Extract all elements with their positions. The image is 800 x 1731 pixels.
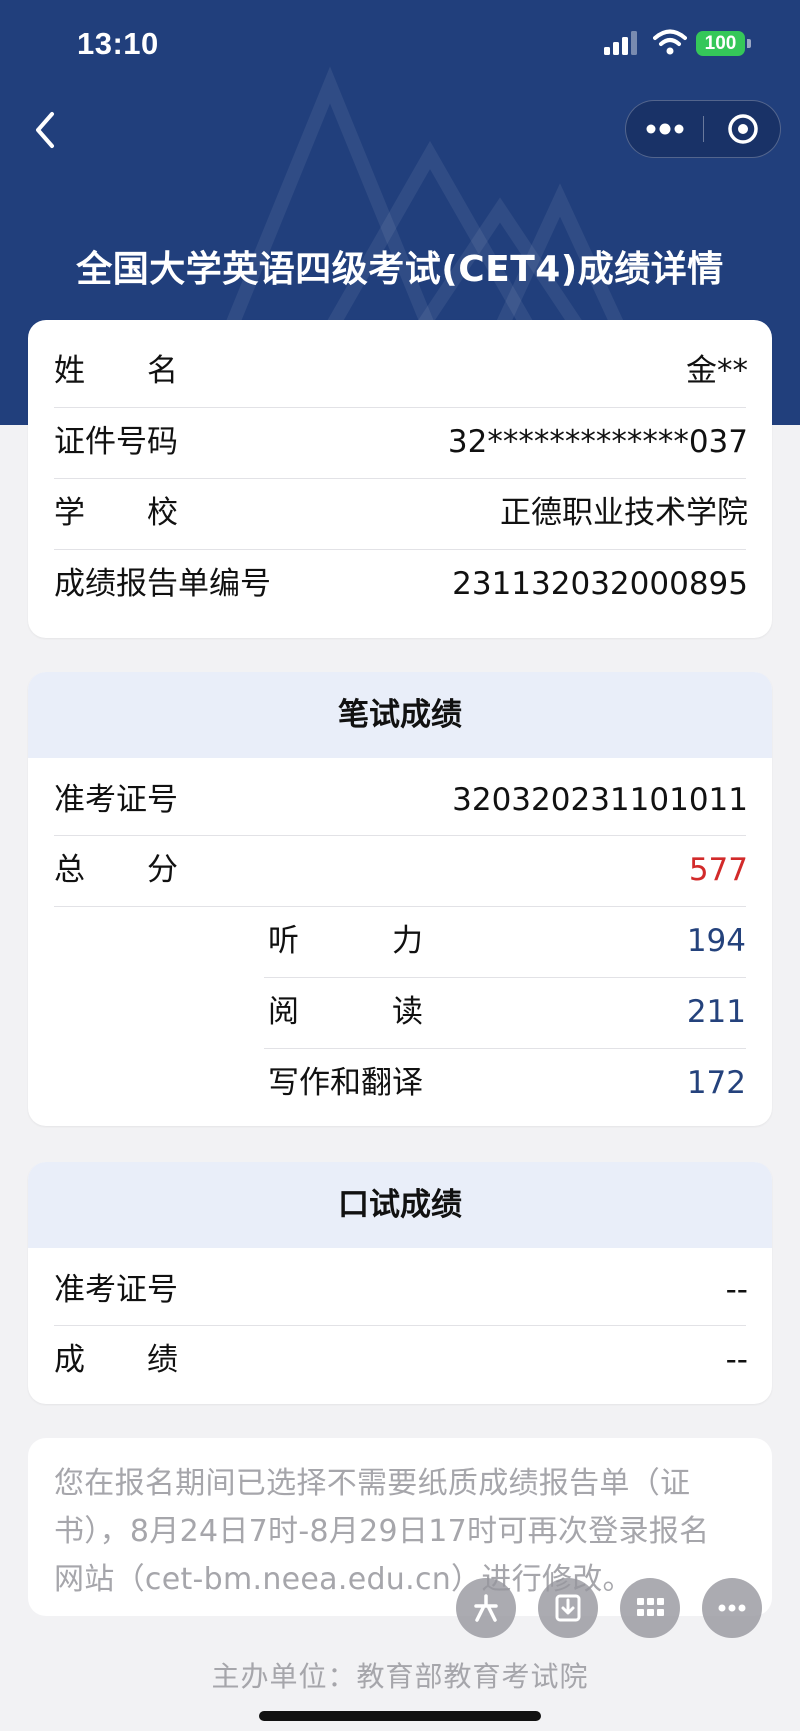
wifi-icon: [653, 29, 687, 55]
oral-score-row: 成 绩 --: [54, 1325, 772, 1395]
more-button[interactable]: [702, 1578, 762, 1638]
listening-label: 听 力: [268, 923, 423, 959]
notice-line: 书），8月24日7时-8月29日17时可再次登录报名: [54, 1514, 710, 1549]
chevron-left-icon: [36, 112, 54, 148]
organizer-footer: 主办单位：教育部教育考试院: [211, 1660, 589, 1693]
info-label: 成绩报告单编号: [54, 566, 271, 602]
target-circle-icon: [728, 114, 758, 144]
info-label: 证件号码: [54, 424, 178, 460]
listening-score: 194: [686, 923, 746, 959]
sparkle-icon: [474, 1594, 498, 1622]
oral-ticket-row: 准考证号 --: [54, 1255, 772, 1325]
info-row-report-number: 成绩报告单编号 231132032000895: [54, 549, 772, 619]
reading-score: 211: [686, 994, 746, 1030]
oral-score-card: 口试成绩 准考证号 -- 成 绩 --: [28, 1162, 772, 1404]
info-row-school: 学 校 正德职业技术学院: [54, 478, 772, 548]
oral-score-value: --: [725, 1342, 748, 1378]
status-bar: 13:10 100: [0, 0, 800, 90]
ticket-label: 准考证号: [54, 782, 178, 818]
download-button[interactable]: [538, 1578, 598, 1638]
status-time: 13:10: [77, 26, 159, 61]
info-value: 正德职业技术学院: [500, 495, 748, 531]
ticket-label: 准考证号: [54, 1272, 178, 1308]
info-label: 学 校: [54, 495, 178, 531]
reading-label: 阅 读: [268, 994, 423, 1030]
page-title: 全国大学英语四级考试(CET4)成绩详情: [76, 249, 724, 290]
oral-score-label: 成 绩: [54, 1342, 178, 1378]
info-value: 金**: [686, 353, 748, 389]
total-score-row: 总 分 577: [54, 835, 772, 905]
info-value: 231132032000895: [452, 566, 748, 602]
info-value: 32*************037: [447, 424, 748, 460]
ticket-number: 320320231101011: [452, 782, 748, 818]
total-score-value: 577: [688, 852, 748, 888]
writing-translation-label: 写作和翻译: [268, 1065, 423, 1101]
oral-section-title: 口试成绩: [28, 1162, 772, 1248]
battery-tip: [747, 39, 751, 48]
grid-button[interactable]: [620, 1578, 680, 1638]
written-section-title: 笔试成绩: [28, 672, 772, 758]
mini-program-capsule: [625, 100, 781, 158]
personal-info-card: 姓 名 金** 证件号码 32*************037 学 校 正德职业…: [28, 320, 772, 638]
written-score-card: 笔试成绩 准考证号 320320231101011 总 分 577 听 力 19…: [28, 672, 772, 1126]
info-row-name: 姓 名 金**: [54, 336, 772, 406]
info-label: 姓 名: [54, 353, 178, 389]
signal-icon: [604, 31, 637, 55]
writing-translation-score-row: 写作和翻译 172: [268, 1048, 772, 1118]
listening-score-row: 听 力 194: [268, 906, 772, 976]
home-indicator[interactable]: [259, 1711, 541, 1721]
ticket-number: --: [725, 1272, 748, 1308]
more-dots-icon: [718, 1604, 746, 1612]
sparkle-button[interactable]: [456, 1578, 516, 1638]
battery-indicator: 100: [696, 31, 745, 56]
writing-translation-score: 172: [686, 1065, 746, 1101]
grid-icon: [637, 1598, 664, 1616]
written-ticket-row: 准考证号 320320231101011: [54, 765, 772, 835]
info-row-id: 证件号码 32*************037: [54, 407, 772, 477]
download-icon: [555, 1594, 581, 1622]
total-score-label: 总 分: [54, 852, 178, 888]
more-dots-icon: [646, 123, 684, 135]
notice-line: 您在报名期间已选择不需要纸质成绩报告单（证: [54, 1466, 691, 1501]
more-button[interactable]: [626, 101, 704, 157]
back-button[interactable]: [26, 106, 66, 154]
reading-score-row: 阅 读 211: [268, 977, 772, 1047]
close-button[interactable]: [704, 101, 782, 157]
